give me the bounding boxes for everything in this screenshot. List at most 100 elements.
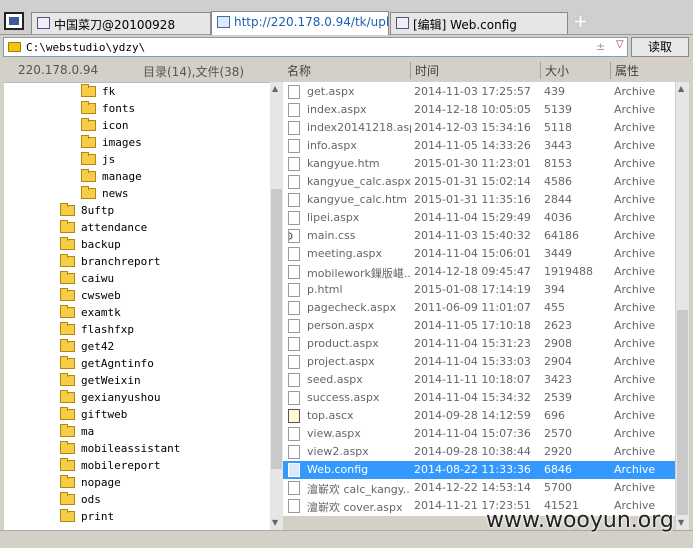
tree-item[interactable]: ods [60, 491, 101, 510]
scrollbar-thumb[interactable] [271, 189, 282, 469]
tab-file-manager[interactable]: http://220.178.0.94/tk/uploa... [211, 11, 389, 35]
tree-item[interactable]: js [81, 151, 115, 170]
file-row[interactable]: kangyue_calc.htm 2015-01-31 11:35:16 2844 A… [283, 191, 675, 209]
folder-icon [60, 219, 75, 233]
scroll-down-icon[interactable]: ▼ [678, 518, 684, 527]
file-icon [288, 283, 300, 297]
tree-item[interactable]: getAgntinfo [60, 355, 154, 374]
tree-item[interactable]: giftweb [60, 406, 128, 425]
read-button[interactable]: 读取 [631, 37, 689, 57]
tree-item[interactable]: backup [60, 236, 121, 255]
file-name: lipei.aspx [307, 211, 360, 224]
file-size: 3443 [544, 139, 572, 152]
file-row[interactable]: 澶嶄欢 calc_kangy... 2014-12-22 14:53:14 5700… [283, 479, 675, 497]
file-row[interactable]: get.aspx 2014-11-03 17:25:57 439 Archive [283, 83, 675, 101]
tree-item[interactable]: nopage [60, 474, 121, 493]
tree-item[interactable]: get42 [60, 338, 114, 357]
add-tab-button[interactable]: + [573, 13, 588, 31]
app-logo-icon[interactable] [4, 12, 24, 30]
file-time: 2011-06-09 11:01:07 [414, 301, 531, 314]
tree-item[interactable]: getWeixin [60, 372, 141, 391]
file-time: 2014-11-04 15:06:01 [414, 247, 531, 260]
file-list-scrollbar[interactable]: ▲ ▼ [676, 82, 689, 530]
column-size[interactable]: 大小 [540, 62, 610, 79]
file-icon [288, 355, 300, 369]
tree-item[interactable]: news [81, 185, 129, 204]
column-time[interactable]: 时间 [410, 62, 540, 79]
file-row[interactable]: index20141218.aspx 2014-12-03 15:34:16 511… [283, 119, 675, 137]
tree-item[interactable]: images [81, 134, 142, 153]
file-row[interactable]: mobilework鏁版嵁... 2014-12-18 09:45:47 19194… [283, 263, 675, 281]
tree-item[interactable]: fonts [81, 100, 135, 119]
tree-item[interactable]: attendance [60, 219, 147, 238]
file-row[interactable]: main.css 2014-11-03 15:40:32 64186 Archive [283, 227, 675, 245]
file-name: meeting.aspx [307, 247, 383, 260]
file-row[interactable]: pagecheck.aspx 2011-06-09 11:01:07 455 Arch… [283, 299, 675, 317]
tree-item[interactable]: mobileassistant [60, 440, 180, 459]
file-row[interactable]: top.ascx 2014-09-28 14:12:59 696 Archive [283, 407, 675, 425]
file-size: 6846 [544, 463, 572, 476]
scrollbar-thumb[interactable] [677, 310, 688, 515]
tree-item-label: giftweb [81, 408, 128, 421]
file-row[interactable]: success.aspx 2014-11-04 15:34:32 2539 Archi… [283, 389, 675, 407]
file-name: get.aspx [307, 85, 355, 98]
file-size: 5700 [544, 481, 572, 494]
tab-home[interactable]: 中国菜刀@20100928 [31, 12, 211, 34]
scroll-up-icon[interactable]: ▲ [272, 84, 278, 93]
column-name[interactable]: 名称 [283, 62, 410, 79]
tree-item[interactable]: ma [60, 423, 94, 442]
file-row[interactable]: kangyue.htm 2015-01-30 11:23:01 8153 Archiv… [283, 155, 675, 173]
file-row[interactable]: info.aspx 2014-11-05 14:33:26 3443 Archive [283, 137, 675, 155]
file-name: main.css [307, 229, 356, 242]
tree-item[interactable]: gexianyushou [60, 389, 160, 408]
spin-icon[interactable]: ± [596, 40, 605, 53]
tree-item[interactable]: manage [81, 168, 142, 187]
scroll-down-icon[interactable]: ▼ [272, 518, 278, 527]
tree-item[interactable]: fk [81, 83, 115, 102]
directory-summary: 目录(14),文件(38) [143, 65, 245, 79]
tree-item[interactable]: mobilereport [60, 457, 160, 476]
tab-label: http://220.178.0.94/tk/uploa... [234, 15, 389, 29]
file-row[interactable]: view2.aspx 2014-09-28 10:38:44 2920 Archive [283, 443, 675, 461]
tree-item[interactable]: flashfxp [60, 321, 134, 340]
file-size: 696 [544, 409, 565, 422]
tab-editor[interactable]: [编辑] Web.config [390, 12, 568, 34]
tab-label: [编辑] Web.config [413, 18, 517, 32]
tree-scrollbar[interactable]: ▲ ▼ [270, 82, 283, 530]
file-attr: Archive [614, 409, 656, 422]
tree-item[interactable]: 8uftp [60, 202, 114, 221]
file-size: 2539 [544, 391, 572, 404]
left-pane-header: 220.178.0.94 目录(14),文件(38) [0, 59, 283, 81]
file-row[interactable]: product.aspx 2014-11-04 15:31:23 2908 Archi… [283, 335, 675, 353]
column-attr[interactable]: 属性 [610, 62, 680, 79]
file-icon [288, 193, 300, 207]
tree-item-label: nopage [81, 476, 121, 489]
file-row[interactable]: lipei.aspx 2014-11-04 15:29:49 4036 Archive [283, 209, 675, 227]
folder-icon [81, 100, 96, 114]
file-row[interactable]: seed.aspx 2014-11-11 10:18:07 3423 Archive [283, 371, 675, 389]
path-input[interactable]: C:\webstudio\ydzy\ ± ▽ [3, 37, 628, 57]
tree-item-label: branchreport [81, 255, 161, 268]
file-row[interactable]: p.html 2015-01-08 17:14:19 394 Archive [283, 281, 675, 299]
tree-item[interactable]: examtk [60, 304, 121, 323]
file-row[interactable]: kangyue_calc.aspx 2015-01-31 15:02:14 4586… [283, 173, 675, 191]
folder-icon [60, 508, 75, 522]
file-row[interactable]: view.aspx 2014-11-04 15:07:36 2570 Archive [283, 425, 675, 443]
tree-item-label: ods [81, 493, 101, 506]
file-name: project.aspx [307, 355, 375, 368]
file-name: p.html [307, 283, 343, 296]
chevron-down-icon[interactable]: ▽ [616, 39, 624, 50]
file-row[interactable]: project.aspx 2014-11-04 15:33:03 2904 Archi… [283, 353, 675, 371]
tree-item[interactable]: caiwu [60, 270, 114, 289]
file-row[interactable]: meeting.aspx 2014-11-04 15:06:01 3449 Archi… [283, 245, 675, 263]
tree-item-label: images [102, 136, 142, 149]
tree-item[interactable]: branchreport [60, 253, 161, 272]
file-size: 3423 [544, 373, 572, 386]
file-row[interactable]: Web.config 2014-08-22 11:33:36 6846 Archive [283, 461, 675, 479]
tree-item[interactable]: print [60, 508, 114, 527]
tree-item[interactable]: icon [81, 117, 129, 136]
file-row[interactable]: index.aspx 2014-12-18 10:05:05 5139 Archive [283, 101, 675, 119]
tree-item[interactable]: cwsweb [60, 287, 121, 306]
file-row[interactable]: person.aspx 2014-11-05 17:10:18 2623 Archiv… [283, 317, 675, 335]
scroll-up-icon[interactable]: ▲ [678, 84, 684, 93]
